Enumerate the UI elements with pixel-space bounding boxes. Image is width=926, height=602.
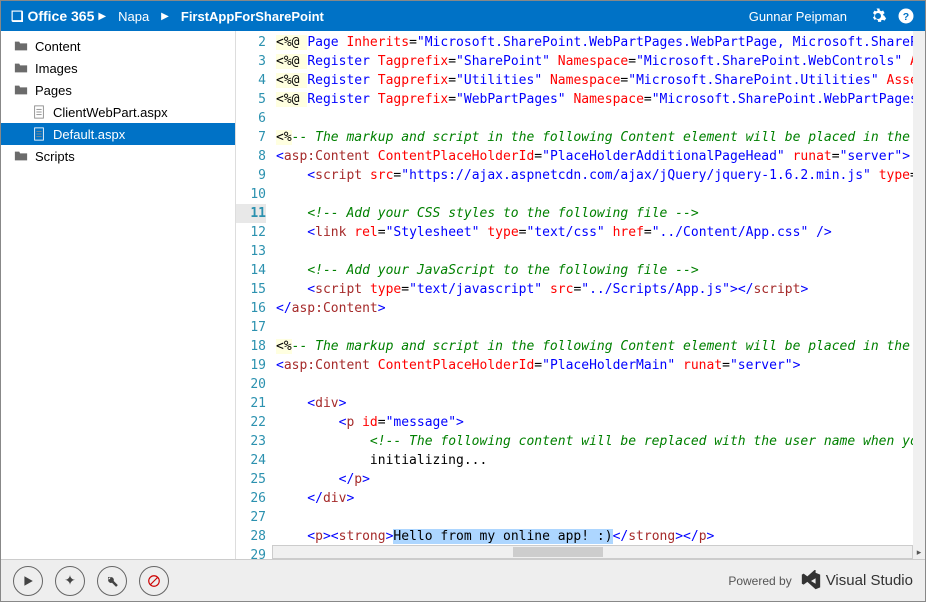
tree-item-images[interactable]: Images bbox=[1, 57, 235, 79]
gear-icon[interactable] bbox=[869, 7, 887, 25]
line-number: 15 bbox=[236, 280, 266, 299]
code-line[interactable] bbox=[276, 242, 925, 261]
retract-button[interactable]: ✦ bbox=[55, 566, 85, 596]
code-line[interactable]: <%@ Register Tagprefix="SharePoint" Name… bbox=[276, 52, 925, 71]
code-line[interactable]: <asp:Content ContentPlaceHolderId="Place… bbox=[276, 147, 925, 166]
code-line[interactable]: <%-- The markup and script in the follow… bbox=[276, 337, 925, 356]
code-line[interactable] bbox=[276, 375, 925, 394]
tree-item-label: ClientWebPart.aspx bbox=[53, 105, 168, 120]
line-number: 14 bbox=[236, 261, 266, 280]
line-number: 26 bbox=[236, 489, 266, 508]
folder-icon bbox=[13, 38, 29, 54]
code-line[interactable] bbox=[276, 318, 925, 337]
code-line[interactable]: <!-- Add your CSS styles to the followin… bbox=[276, 204, 925, 223]
line-number: 18 bbox=[236, 337, 266, 356]
line-number: 8 bbox=[236, 147, 266, 166]
code-line[interactable]: <asp:Content ContentPlaceHolderId="Place… bbox=[276, 356, 925, 375]
code-line[interactable]: initializing... bbox=[276, 451, 925, 470]
line-number: 25 bbox=[236, 470, 266, 489]
code-line[interactable]: </asp:Content> bbox=[276, 299, 925, 318]
file-icon bbox=[31, 104, 47, 120]
tree-item-default-aspx[interactable]: Default.aspx bbox=[1, 123, 235, 145]
tree-item-label: Pages bbox=[35, 83, 72, 98]
line-number: 4 bbox=[236, 71, 266, 90]
breadcrumb-arrow: ▶ bbox=[161, 11, 169, 22]
code-line[interactable]: <!-- Add your JavaScript to the followin… bbox=[276, 261, 925, 280]
office365-logo: ❏ Office 365 bbox=[11, 8, 94, 25]
scroll-thumb[interactable] bbox=[513, 547, 603, 557]
tree-item-scripts[interactable]: Scripts bbox=[1, 145, 235, 167]
file-icon bbox=[31, 126, 47, 142]
line-number: 23 bbox=[236, 432, 266, 451]
tree-item-label: Images bbox=[35, 61, 78, 76]
code-line[interactable]: <link rel="Stylesheet" type="text/css" h… bbox=[276, 223, 925, 242]
header-bar: ❏ Office 365 ▶ Napa ▶ FirstAppForSharePo… bbox=[1, 1, 925, 31]
vertical-scrollbar[interactable] bbox=[913, 31, 925, 545]
code-line[interactable] bbox=[276, 109, 925, 128]
code-line[interactable]: <div> bbox=[276, 394, 925, 413]
main-area: Content Images Pages ClientWebPart.aspx Defa… bbox=[1, 31, 925, 559]
horizontal-scrollbar[interactable] bbox=[272, 545, 913, 559]
code-line[interactable]: <%@ Register Tagprefix="Utilities" Names… bbox=[276, 71, 925, 90]
tree-item-clientwebpart-aspx[interactable]: ClientWebPart.aspx bbox=[1, 101, 235, 123]
tree-item-pages[interactable]: Pages bbox=[1, 79, 235, 101]
code-line[interactable]: </p> bbox=[276, 470, 925, 489]
breadcrumb-arrow: ▶ bbox=[98, 11, 106, 22]
user-name[interactable]: Gunnar Peipman bbox=[749, 9, 847, 24]
folder-icon bbox=[13, 148, 29, 164]
line-number: 27 bbox=[236, 508, 266, 527]
code-line[interactable]: <p><strong>Hello from my online app! :)<… bbox=[276, 527, 925, 546]
line-number: 21 bbox=[236, 394, 266, 413]
line-number: 10 bbox=[236, 185, 266, 204]
line-number: 24 bbox=[236, 451, 266, 470]
breadcrumb-app[interactable]: FirstAppForSharePoint bbox=[181, 9, 324, 24]
code-line[interactable]: <%@ Register Tagprefix="WebPartPages" Na… bbox=[276, 90, 925, 109]
line-number: 22 bbox=[236, 413, 266, 432]
powered-by-label: Powered by bbox=[728, 574, 791, 588]
line-number: 16 bbox=[236, 299, 266, 318]
code-line[interactable] bbox=[276, 508, 925, 527]
folder-icon bbox=[13, 82, 29, 98]
tree-item-content[interactable]: Content bbox=[1, 35, 235, 57]
tree-item-label: Default.aspx bbox=[53, 127, 125, 142]
line-number: 13 bbox=[236, 242, 266, 261]
code-line[interactable]: <script type="text/javascript" src="../S… bbox=[276, 280, 925, 299]
run-button[interactable] bbox=[13, 566, 43, 596]
tools-button[interactable] bbox=[97, 566, 127, 596]
line-number: 19 bbox=[236, 356, 266, 375]
svg-text:?: ? bbox=[903, 11, 909, 23]
line-number: 7 bbox=[236, 128, 266, 147]
breadcrumb-napa[interactable]: Napa bbox=[118, 9, 149, 24]
line-number: 9 bbox=[236, 166, 266, 185]
code-line[interactable] bbox=[276, 185, 925, 204]
folder-icon bbox=[13, 60, 29, 76]
line-number: 5 bbox=[236, 90, 266, 109]
line-gutter: 2345678910111213141516171819202122232425… bbox=[236, 31, 272, 559]
code-area[interactable]: <%@ Page Inherits="Microsoft.SharePoint.… bbox=[272, 31, 925, 559]
line-number: 28 bbox=[236, 527, 266, 546]
scroll-arrow-icon[interactable]: ▸ bbox=[913, 545, 925, 559]
line-number: 3 bbox=[236, 52, 266, 71]
line-number: 29 bbox=[236, 546, 266, 559]
line-number: 11 bbox=[236, 204, 266, 223]
code-editor[interactable]: 2345678910111213141516171819202122232425… bbox=[236, 31, 925, 559]
code-line[interactable]: <%@ Page Inherits="Microsoft.SharePoint.… bbox=[276, 33, 925, 52]
footer-bar: ✦ Powered by Visual Studio bbox=[1, 559, 925, 601]
line-number: 12 bbox=[236, 223, 266, 242]
code-line[interactable]: <!-- The following content will be repla… bbox=[276, 432, 925, 451]
tree-item-label: Content bbox=[35, 39, 81, 54]
line-number: 2 bbox=[236, 33, 266, 52]
tree-item-label: Scripts bbox=[35, 149, 75, 164]
file-tree[interactable]: Content Images Pages ClientWebPart.aspx Defa… bbox=[1, 31, 236, 559]
code-line[interactable]: <%-- The markup and script in the follow… bbox=[276, 128, 925, 147]
help-icon[interactable]: ? bbox=[897, 7, 915, 25]
code-line[interactable]: </div> bbox=[276, 489, 925, 508]
code-line[interactable]: <script src="https://ajax.aspnetcdn.com/… bbox=[276, 166, 925, 185]
line-number: 20 bbox=[236, 375, 266, 394]
line-number: 17 bbox=[236, 318, 266, 337]
line-number: 6 bbox=[236, 109, 266, 128]
delete-button[interactable] bbox=[139, 566, 169, 596]
code-line[interactable]: <p id="message"> bbox=[276, 413, 925, 432]
visual-studio-logo: Visual Studio bbox=[800, 570, 913, 592]
